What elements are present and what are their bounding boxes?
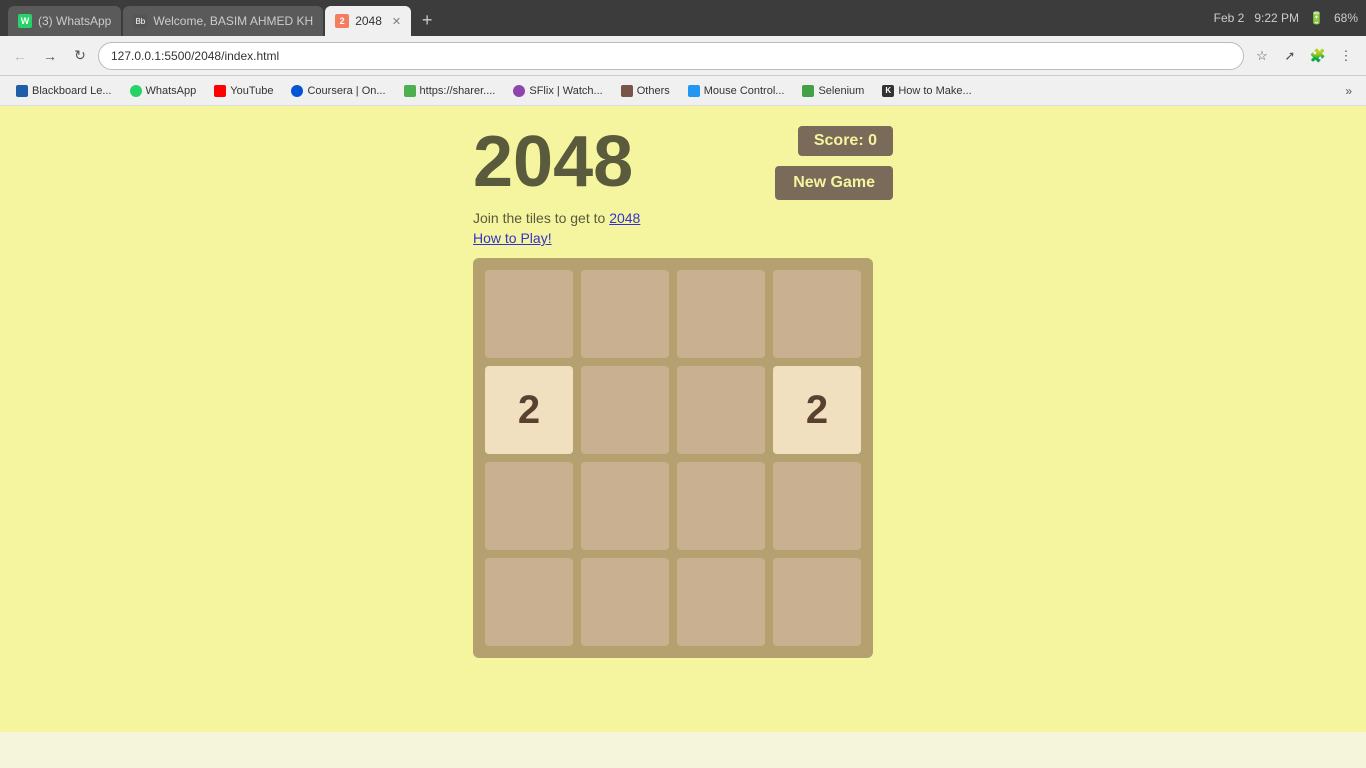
tile-0-2: [677, 270, 765, 358]
back-button[interactable]: ←: [8, 44, 32, 68]
battery-level: 68%: [1334, 11, 1358, 25]
bookmark-sflix-label: SFlix | Watch...: [529, 85, 602, 97]
bookmark-whatsapp[interactable]: WhatsApp: [122, 83, 205, 99]
address-input[interactable]: [98, 42, 1244, 70]
bookmark-coursera-label: Coursera | On...: [307, 85, 385, 97]
tile-0-1: [581, 270, 669, 358]
bookmark-sharer[interactable]: https://sharer....: [396, 83, 504, 99]
page-content: 2048 Score: 0 New Game Join the tiles to…: [0, 106, 1366, 732]
blackboard-favicon: [16, 85, 28, 97]
score-box: Score: 0: [798, 126, 893, 156]
forward-button[interactable]: →: [38, 44, 62, 68]
tile-1-3: 2: [773, 366, 861, 454]
bookmark-selenium[interactable]: Selenium: [794, 83, 872, 99]
target-link[interactable]: 2048: [609, 210, 640, 226]
tile-1-0: 2: [485, 366, 573, 454]
bookmark-icon[interactable]: ☆: [1250, 44, 1274, 68]
tile-2-2: [677, 462, 765, 550]
whatsapp-tab-favicon: W: [18, 14, 32, 28]
tab-welcome[interactable]: Bb Welcome, BASIM AHMED KH: [123, 6, 323, 36]
welcome-tab-favicon: Bb: [133, 14, 147, 28]
bookmark-mouse-label: Mouse Control...: [704, 85, 785, 97]
tab-whatsapp-label: (3) WhatsApp: [38, 14, 111, 28]
bookmark-others[interactable]: Others: [613, 83, 678, 99]
game-container: 2048 Score: 0 New Game Join the tiles to…: [473, 126, 893, 658]
address-bar: ← → ↻ ☆ ➚ 🧩 ⋮: [0, 36, 1366, 76]
tile-1-1: [581, 366, 669, 454]
selenium-favicon: [802, 85, 814, 97]
sharer-favicon: [404, 85, 416, 97]
menu-icon[interactable]: ⋮: [1334, 44, 1358, 68]
mouse-favicon: [688, 85, 700, 97]
bookmark-youtube-label: YouTube: [230, 85, 273, 97]
bookmark-whatsapp-label: WhatsApp: [146, 85, 197, 97]
bookmark-howto-label: How to Make...: [898, 85, 971, 97]
bookmark-sflix[interactable]: SFlix | Watch...: [505, 83, 610, 99]
join-text: Join the tiles to get to 2048: [473, 210, 640, 226]
tab-welcome-label: Welcome, BASIM AHMED KH: [153, 14, 313, 28]
tab-2048[interactable]: 2 2048 ✕: [325, 6, 411, 36]
battery-icon: 🔋: [1309, 11, 1324, 25]
bookmark-mouse[interactable]: Mouse Control...: [680, 83, 793, 99]
tile-3-2: [677, 558, 765, 646]
tile-0-3: [773, 270, 861, 358]
2048-tab-favicon: 2: [335, 14, 349, 28]
bookmark-blackboard-label: Blackboard Le...: [32, 85, 112, 97]
tabs-bar: W (3) WhatsApp Bb Welcome, BASIM AHMED K…: [0, 0, 1366, 36]
youtube-favicon: [214, 85, 226, 97]
new-game-button[interactable]: New Game: [775, 166, 893, 200]
whatsapp-favicon: [130, 85, 142, 97]
tab-close-icon[interactable]: ✕: [392, 15, 401, 28]
header-right: Score: 0 New Game: [775, 126, 893, 200]
tab-2048-label: 2048: [355, 14, 382, 28]
bookmark-sharer-label: https://sharer....: [420, 85, 496, 97]
bookmarks-bar: Blackboard Le... WhatsApp YouTube Course…: [0, 76, 1366, 106]
game-info: Join the tiles to get to 2048 How to Pla…: [473, 210, 893, 246]
tile-2-0: [485, 462, 573, 550]
bookmark-blackboard[interactable]: Blackboard Le...: [8, 83, 120, 99]
tile-2-3: [773, 462, 861, 550]
tile-2-1: [581, 462, 669, 550]
bookmark-howto[interactable]: K How to Make...: [874, 83, 979, 99]
extensions-icon[interactable]: 🧩: [1306, 44, 1330, 68]
bookmarks-more-button[interactable]: »: [1339, 82, 1358, 100]
game-header: 2048 Score: 0 New Game: [473, 126, 893, 200]
new-tab-button[interactable]: +: [413, 6, 441, 34]
sflix-favicon: [513, 85, 525, 97]
tile-1-2: [677, 366, 765, 454]
tile-3-0: [485, 558, 573, 646]
tile-3-3: [773, 558, 861, 646]
bookmark-youtube[interactable]: YouTube: [206, 83, 281, 99]
howto-favicon: K: [882, 85, 894, 97]
tile-3-1: [581, 558, 669, 646]
system-date: Feb 2: [1214, 11, 1245, 25]
tab-whatsapp[interactable]: W (3) WhatsApp: [8, 6, 121, 36]
game-board: 22: [473, 258, 873, 658]
share-icon[interactable]: ➚: [1278, 44, 1302, 68]
system-tray: Feb 2 9:22 PM 🔋 68%: [1214, 0, 1358, 36]
bookmark-others-label: Others: [637, 85, 670, 97]
toolbar-icons: ☆ ➚ 🧩 ⋮: [1250, 44, 1358, 68]
bookmark-selenium-label: Selenium: [818, 85, 864, 97]
reload-button[interactable]: ↻: [68, 44, 92, 68]
system-time: 9:22 PM: [1254, 11, 1299, 25]
others-favicon: [621, 85, 633, 97]
how-to-play-link[interactable]: How to Play!: [473, 230, 893, 246]
tile-0-0: [485, 270, 573, 358]
browser-frame: W (3) WhatsApp Bb Welcome, BASIM AHMED K…: [0, 0, 1366, 732]
bookmark-coursera[interactable]: Coursera | On...: [283, 83, 393, 99]
game-title: 2048: [473, 126, 633, 198]
coursera-favicon: [291, 85, 303, 97]
